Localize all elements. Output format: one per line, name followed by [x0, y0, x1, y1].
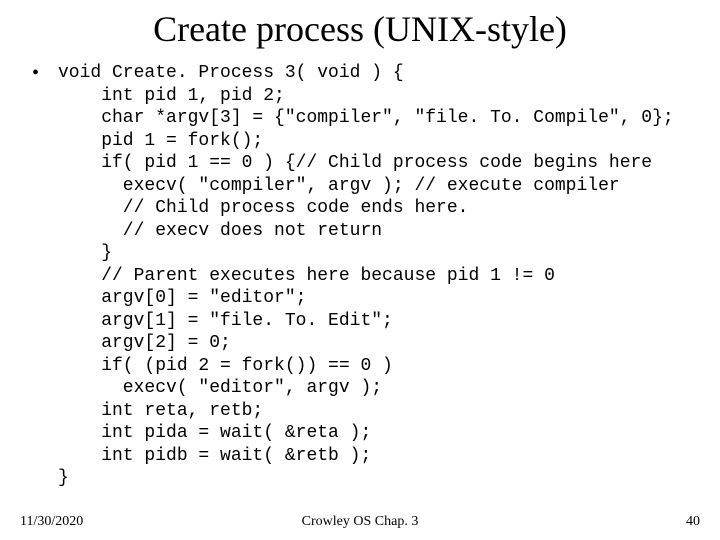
slide: Create process (UNIX-style) • void Creat…	[0, 0, 720, 540]
slide-body: • void Create. Process 3( void ) { int p…	[32, 62, 700, 490]
bullet-marker: •	[32, 62, 58, 84]
footer-center: Crowley OS Chap. 3	[0, 514, 720, 530]
bullet-row: • void Create. Process 3( void ) { int p…	[32, 62, 700, 490]
footer-page-number: 40	[686, 514, 700, 530]
code-block: void Create. Process 3( void ) { int pid…	[58, 62, 674, 490]
slide-title: Create process (UNIX-style)	[0, 8, 720, 50]
